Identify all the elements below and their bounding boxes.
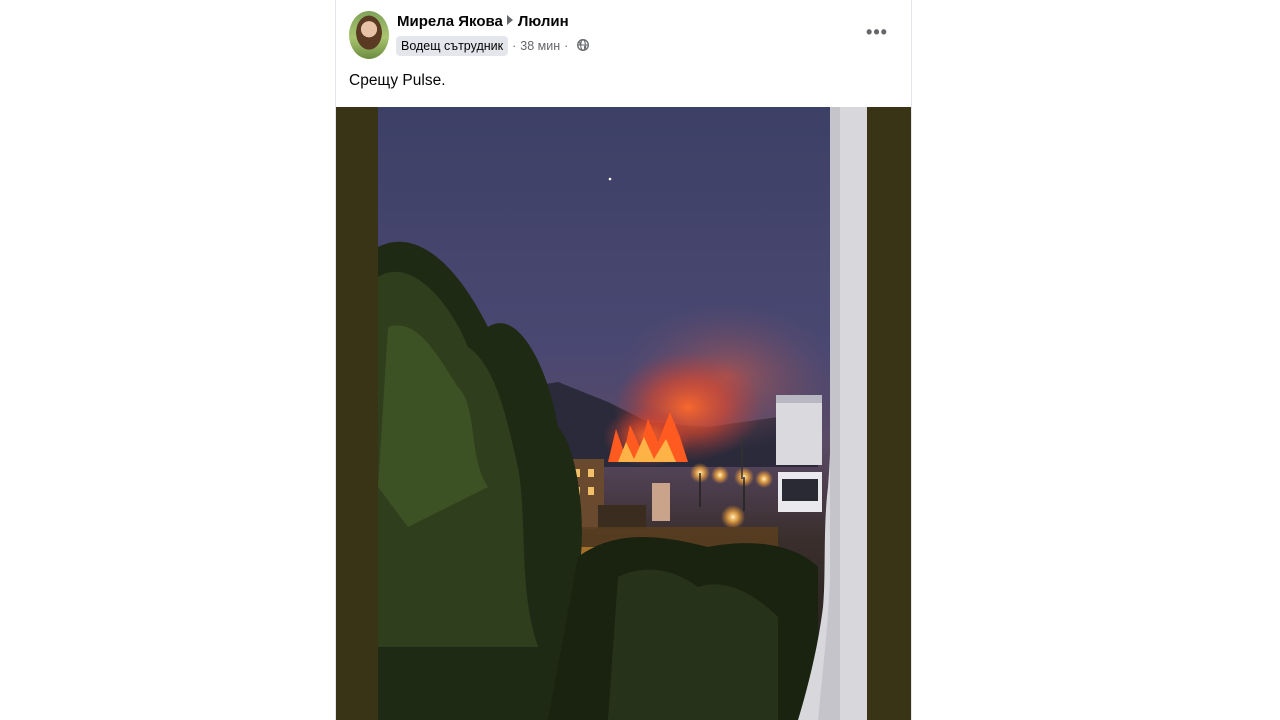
post-text: Срещу Pulse. (349, 72, 446, 89)
meta-separator: · (512, 39, 517, 53)
globe-icon[interactable] (577, 38, 590, 54)
post-photo[interactable] (336, 107, 911, 720)
meta-separator: · (564, 39, 569, 53)
post-meta: Водещ сътрудник · 38 мин · (396, 36, 590, 56)
group-name[interactable]: Люлин (518, 13, 569, 30)
contributor-badge: Водещ сътрудник (396, 36, 509, 56)
post-header-title: Мирела Якова Люлин (397, 13, 569, 30)
photo-illustration (378, 107, 867, 720)
post-timestamp[interactable]: 38 мин (520, 39, 560, 53)
fire-photo (378, 107, 867, 720)
feed-post: Мирела Якова Люлин Водещ сътрудник · 38 м… (335, 0, 912, 720)
author-name[interactable]: Мирела Якова (397, 13, 503, 30)
more-options-button[interactable]: ••• (864, 21, 890, 43)
caret-right-icon (506, 15, 513, 25)
author-avatar[interactable] (349, 11, 389, 59)
